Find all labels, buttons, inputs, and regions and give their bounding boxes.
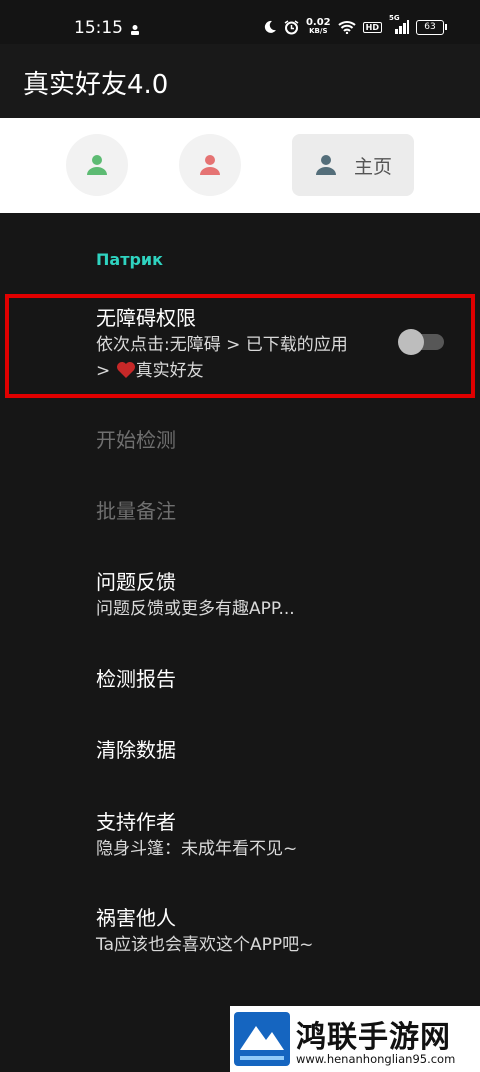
setting-accessibility-sub-line2: > 真实好友 — [96, 361, 204, 381]
setting-feedback[interactable]: 问题反馈 问题反馈或更多有趣APP... — [96, 568, 295, 622]
status-time: 15:15 — [74, 18, 123, 38]
watermark-logo-icon — [234, 1012, 290, 1066]
toggle-knob — [398, 329, 424, 355]
heart-icon — [116, 362, 135, 378]
status-icons: 0.02 KB/S HD 5G 63 — [263, 14, 447, 36]
tab-strangers[interactable] — [179, 134, 241, 196]
setting-accessibility[interactable]: 无障碍权限 依次点击:无障碍 > 已下载的应用 > 真实好友 — [96, 304, 386, 384]
watermark-url: www.henanhonglian95.com — [296, 1052, 456, 1066]
setting-feedback-title: 问题反馈 — [96, 570, 176, 594]
watermark-title: 鸿联手游网 — [296, 1020, 451, 1055]
tab-home-label: 主页 — [353, 155, 392, 178]
setting-accessibility-title: 无障碍权限 — [96, 306, 196, 330]
accessibility-toggle[interactable] — [398, 329, 444, 355]
wifi-icon — [337, 21, 356, 34]
signal-bars-icon — [395, 20, 409, 34]
signal-indicator: 5G — [389, 14, 409, 34]
person-green-icon — [87, 155, 107, 175]
setting-support-sub: 隐身斗篷：未成年看不见~ — [96, 839, 298, 859]
network-speed: 0.02 KB/S — [305, 17, 331, 36]
app-title: 真实好友4.0 — [23, 70, 169, 100]
person-red-icon — [200, 155, 220, 175]
person-notification-icon — [131, 25, 139, 35]
app-bar: 真实好友4.0 — [0, 44, 480, 118]
setting-report[interactable]: 检测报告 — [96, 665, 176, 693]
setting-support-title: 支持作者 — [96, 810, 176, 834]
hd-badge: HD — [362, 21, 382, 33]
setting-harm-title: 祸害他人 — [96, 906, 176, 930]
setting-harm-others[interactable]: 祸害他人 Ta应该也会喜欢这个APP吧~ — [96, 904, 313, 958]
tab-friends[interactable] — [66, 134, 128, 196]
battery-icon: 63 — [416, 19, 447, 35]
setting-support-author[interactable]: 支持作者 隐身斗篷：未成年看不见~ — [96, 808, 297, 862]
setting-batch-remark[interactable]: 批量备注 — [96, 497, 176, 525]
setting-start-detect[interactable]: 开始检测 — [96, 426, 176, 454]
setting-harm-sub: Ta应该也会喜欢这个APP吧~ — [96, 935, 314, 955]
status-bar: 15:15 0.02 KB/S HD 5G 63 — [0, 0, 480, 44]
person-home-icon — [315, 155, 336, 175]
setting-accessibility-sub-line1: 依次点击:无障碍 > 已下载的应用 — [96, 335, 348, 355]
alarm-icon — [284, 19, 299, 34]
setting-clear-data[interactable]: 清除数据 — [96, 736, 176, 764]
watermark: 鸿联手游网 www.henanhonglian95.com — [230, 1006, 480, 1072]
tab-home[interactable]: 主页 — [292, 134, 414, 196]
setting-feedback-sub: 问题反馈或更多有趣APP... — [96, 599, 295, 619]
tab-strip: 主页 — [0, 118, 480, 213]
section-header: Патрик — [96, 250, 163, 269]
moon-icon — [264, 20, 276, 33]
